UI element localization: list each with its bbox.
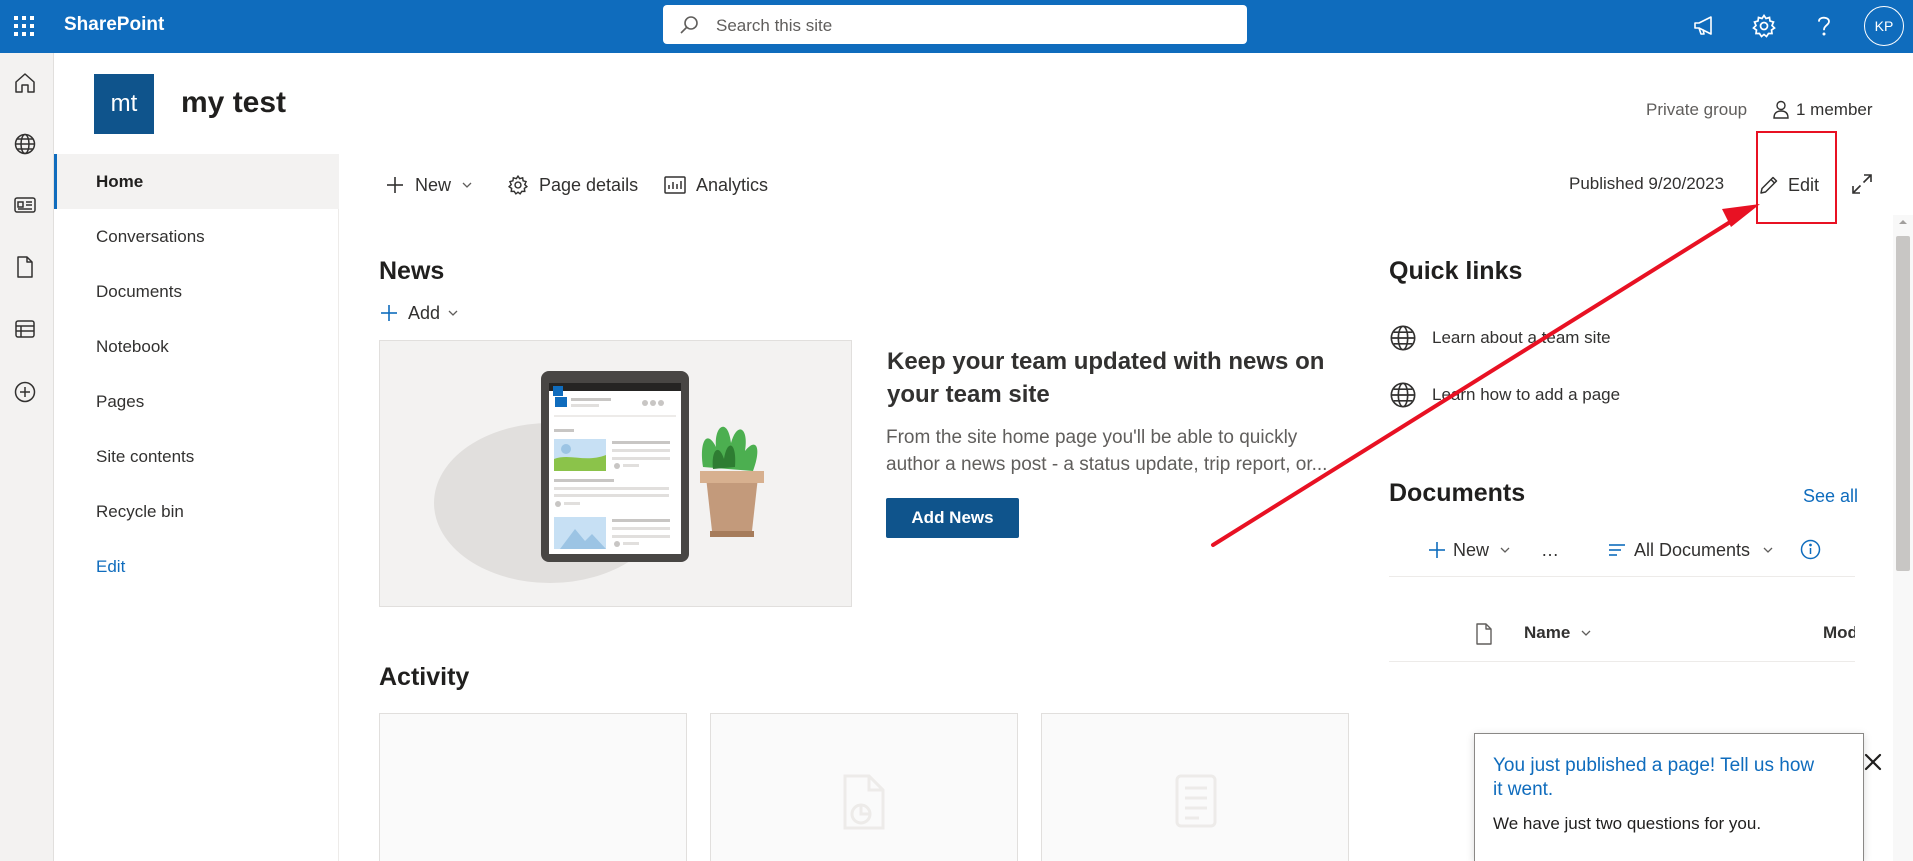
activity-card[interactable] bbox=[1041, 713, 1349, 861]
globe-icon[interactable] bbox=[13, 132, 37, 156]
person-icon[interactable] bbox=[1771, 99, 1791, 119]
scrollbar-thumb[interactable] bbox=[1896, 236, 1910, 571]
site-logo[interactable]: mt bbox=[94, 74, 154, 134]
quick-link-label: Learn how to add a page bbox=[1432, 385, 1621, 404]
expand-icon[interactable] bbox=[1851, 173, 1873, 195]
plus-icon bbox=[387, 177, 403, 193]
document-icon[interactable] bbox=[13, 255, 37, 279]
annotation-highlight-box bbox=[1756, 131, 1837, 224]
scroll-up-icon[interactable] bbox=[1893, 215, 1913, 229]
search-icon bbox=[679, 15, 699, 35]
nav-item-pages[interactable]: Pages bbox=[54, 374, 339, 429]
chevron-down-icon bbox=[462, 182, 472, 188]
nav-item-conversations[interactable]: Conversations bbox=[54, 209, 339, 264]
quick-links-title: Quick links bbox=[1389, 257, 1523, 285]
news-title: News bbox=[379, 257, 445, 285]
site-title[interactable]: my test bbox=[181, 86, 286, 120]
members-count[interactable]: 1 member bbox=[1796, 100, 1873, 120]
nav-item-documents[interactable]: Documents bbox=[54, 264, 339, 319]
toast-title[interactable]: You just published a page! Tell us how i… bbox=[1493, 754, 1823, 802]
search-input[interactable]: Search this site bbox=[716, 16, 832, 36]
news-heading: Keep your team updated with news on your… bbox=[887, 348, 1325, 408]
home-icon[interactable] bbox=[13, 71, 37, 95]
close-icon[interactable] bbox=[1863, 752, 1883, 772]
doc-new-label: New bbox=[1453, 539, 1490, 560]
tablet-plant-illustration bbox=[434, 371, 764, 583]
privacy-label: Private group bbox=[1646, 100, 1748, 119]
app-launcher-icon[interactable] bbox=[11, 13, 37, 39]
chevron-down-icon bbox=[1581, 630, 1591, 636]
nav-item-home[interactable]: Home bbox=[54, 154, 339, 209]
new-button-label: New bbox=[415, 174, 452, 195]
globe-icon bbox=[1390, 382, 1416, 408]
activity-card[interactable] bbox=[379, 713, 687, 861]
create-icon[interactable] bbox=[13, 380, 37, 404]
suite-bar: SharePoint Search this site KP bbox=[0, 0, 1913, 53]
feedback-toast[interactable]: You just published a page! Tell us how i… bbox=[1474, 733, 1882, 861]
nav-edit-link[interactable]: Edit bbox=[54, 539, 339, 594]
doc-new-button[interactable]: New bbox=[1428, 537, 1511, 563]
column-header-label: Name bbox=[1524, 623, 1571, 642]
documents-title: Documents bbox=[1389, 479, 1526, 507]
column-header-modified[interactable]: Modified bbox=[1823, 623, 1855, 643]
news-description-line: author a news post - a status update, tr… bbox=[886, 454, 1328, 475]
more-options-button[interactable]: … bbox=[1541, 537, 1559, 563]
chevron-down-icon bbox=[448, 310, 458, 316]
quick-link-item[interactable]: Learn how to add a page bbox=[1389, 380, 1620, 410]
news-description: From the site home page you'll be able t… bbox=[886, 424, 1351, 478]
column-header-label: Modified bbox=[1823, 623, 1855, 642]
settings-icon bbox=[507, 174, 529, 195]
news-icon[interactable] bbox=[13, 193, 37, 217]
new-button[interactable]: New bbox=[385, 171, 473, 199]
lists-icon[interactable] bbox=[13, 317, 37, 341]
add-news-link[interactable]: Add bbox=[380, 300, 459, 326]
settings-icon[interactable] bbox=[1751, 13, 1777, 39]
divider bbox=[1389, 576, 1855, 577]
announcement-icon[interactable] bbox=[1692, 13, 1717, 38]
view-selector[interactable]: All Documents bbox=[1607, 537, 1774, 563]
more-icon: … bbox=[1541, 539, 1559, 560]
analytics-button[interactable]: Analytics bbox=[664, 171, 768, 199]
list-placeholder-icon bbox=[1175, 774, 1217, 828]
page-details-label: Page details bbox=[539, 174, 639, 195]
column-header-name[interactable]: Name bbox=[1524, 623, 1592, 643]
left-nav: Home Conversations Documents Notebook Pa… bbox=[54, 154, 339, 861]
toast-body: We have just two questions for you. bbox=[1493, 814, 1762, 833]
page-details-button[interactable]: Page details bbox=[507, 171, 638, 199]
nav-item-notebook[interactable]: Notebook bbox=[54, 319, 339, 374]
add-label: Add bbox=[408, 302, 441, 323]
avatar[interactable]: KP bbox=[1864, 6, 1904, 46]
divider bbox=[1389, 661, 1855, 662]
view-label: All Documents bbox=[1634, 539, 1751, 560]
analytics-label: Analytics bbox=[696, 174, 769, 195]
plus-icon bbox=[1429, 542, 1445, 558]
see-all-link[interactable]: See all bbox=[1803, 486, 1858, 507]
globe-icon bbox=[1390, 325, 1416, 351]
chevron-down-icon bbox=[1500, 547, 1510, 553]
file-type-icon[interactable] bbox=[1475, 623, 1493, 645]
activity-card[interactable] bbox=[710, 713, 1018, 861]
activity-title: Activity bbox=[379, 663, 470, 691]
nav-item-recycle-bin[interactable]: Recycle bin bbox=[54, 484, 339, 539]
search-box[interactable]: Search this site bbox=[663, 5, 1247, 44]
quick-link-item[interactable]: Learn about a team site bbox=[1389, 323, 1611, 353]
news-description-line: From the site home page you'll be able t… bbox=[886, 427, 1298, 448]
published-status: Published 9/20/2023 bbox=[1569, 174, 1725, 193]
nav-item-site-contents[interactable]: Site contents bbox=[54, 429, 339, 484]
document-placeholder-icon bbox=[843, 774, 885, 830]
news-illustration bbox=[379, 340, 852, 607]
quick-link-label: Learn about a team site bbox=[1432, 328, 1611, 347]
app-name[interactable]: SharePoint bbox=[64, 14, 164, 36]
chart-icon bbox=[664, 176, 686, 194]
chevron-down-icon bbox=[1763, 547, 1773, 553]
list-view-icon bbox=[1609, 544, 1625, 556]
info-icon[interactable] bbox=[1800, 539, 1821, 560]
app-rail bbox=[0, 53, 54, 861]
help-icon[interactable] bbox=[1812, 13, 1836, 39]
plus-icon bbox=[381, 305, 397, 321]
add-news-button[interactable]: Add News bbox=[886, 498, 1019, 538]
